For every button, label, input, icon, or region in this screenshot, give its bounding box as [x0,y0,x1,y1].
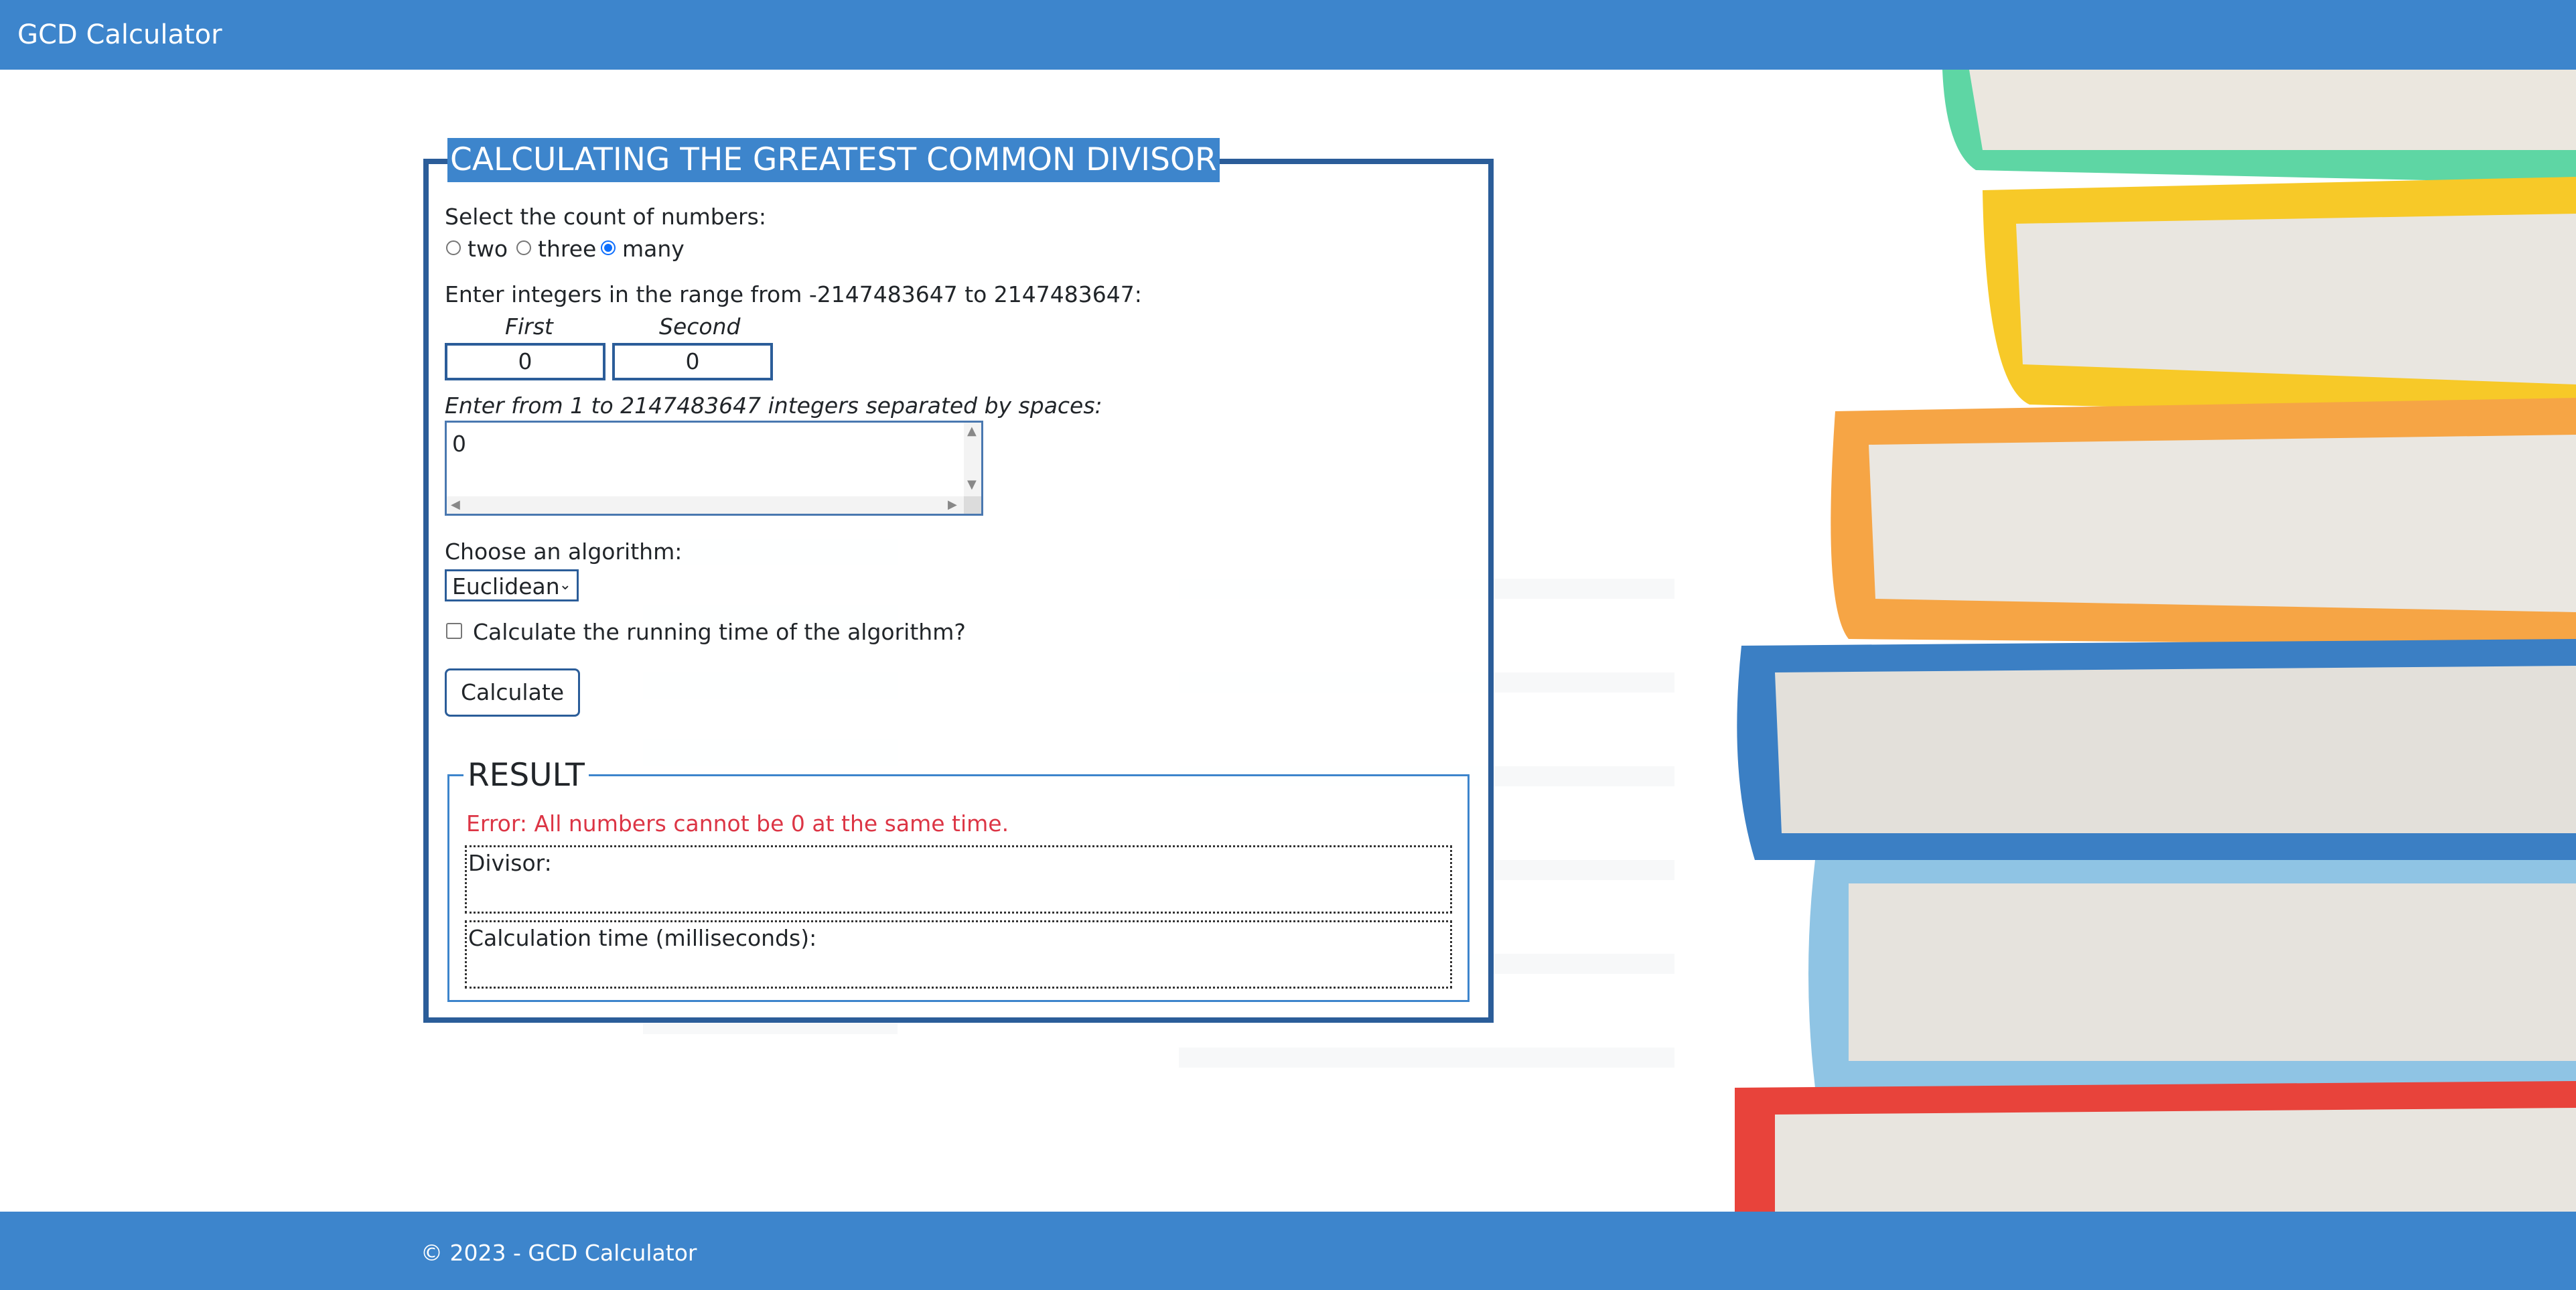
calculate-button[interactable]: Calculate [445,668,580,717]
algorithm-select-value: Euclidean [452,573,560,599]
error-message: Error: All numbers cannot be 0 at the sa… [466,810,1009,837]
scroll-left-icon[interactable]: ◀ [451,499,460,511]
divisor-output: Divisor: [465,845,1452,914]
first-label: First [505,313,553,340]
timing-checkbox-label[interactable]: Calculate the running time of the algori… [473,619,966,646]
footer-copyright: © 2023 - GCD Calculator [421,1240,697,1266]
second-number-input[interactable]: 0 [612,343,773,380]
form-legend: CALCULATING THE GREATEST COMMON DIVISOR [447,138,1220,182]
chevron-down-icon: ⌄ [559,577,571,593]
first-number-input[interactable]: 0 [445,343,605,380]
scroll-down-icon[interactable]: ▼ [967,479,977,491]
range-label: Enter integers in the range from -214748… [445,281,1142,307]
divisor-label: Divisor: [468,850,552,876]
vertical-scrollbar[interactable]: ▲ ▼ [964,423,981,496]
radio-three[interactable] [516,240,531,255]
calculation-time-output: Calculation time (milliseconds): [465,920,1452,989]
radio-three-label[interactable]: three [538,236,596,263]
algorithm-label: Choose an algorithm: [445,539,683,565]
scroll-up-icon[interactable]: ▲ [967,425,977,437]
textarea-value: 0 [452,431,466,457]
scroll-right-icon[interactable]: ▶ [948,499,957,511]
second-label: Second [659,313,741,340]
app-title-link[interactable]: GCD Calculator [17,17,222,52]
radio-two[interactable] [446,240,461,255]
resize-grip[interactable] [964,496,981,514]
radio-two-label[interactable]: two [468,236,508,263]
radio-many[interactable] [601,240,616,255]
radio-many-label[interactable]: many [622,236,685,263]
footer: © 2023 - GCD Calculator [0,1212,2576,1290]
result-legend: RESULT [463,757,589,794]
many-numbers-label: Enter from 1 to 2147483647 integers sepa… [445,392,1102,419]
many-numbers-textarea[interactable]: 0 ▲ ▼ ◀ ▶ [445,421,983,516]
calculation-time-label: Calculation time (milliseconds): [468,925,817,951]
count-label: Select the count of numbers: [445,204,766,230]
top-navbar: GCD Calculator [0,0,2576,70]
horizontal-scrollbar[interactable]: ◀ ▶ [447,496,967,514]
algorithm-select[interactable]: Euclidean ⌄ [445,569,579,601]
timing-checkbox[interactable] [446,623,462,639]
